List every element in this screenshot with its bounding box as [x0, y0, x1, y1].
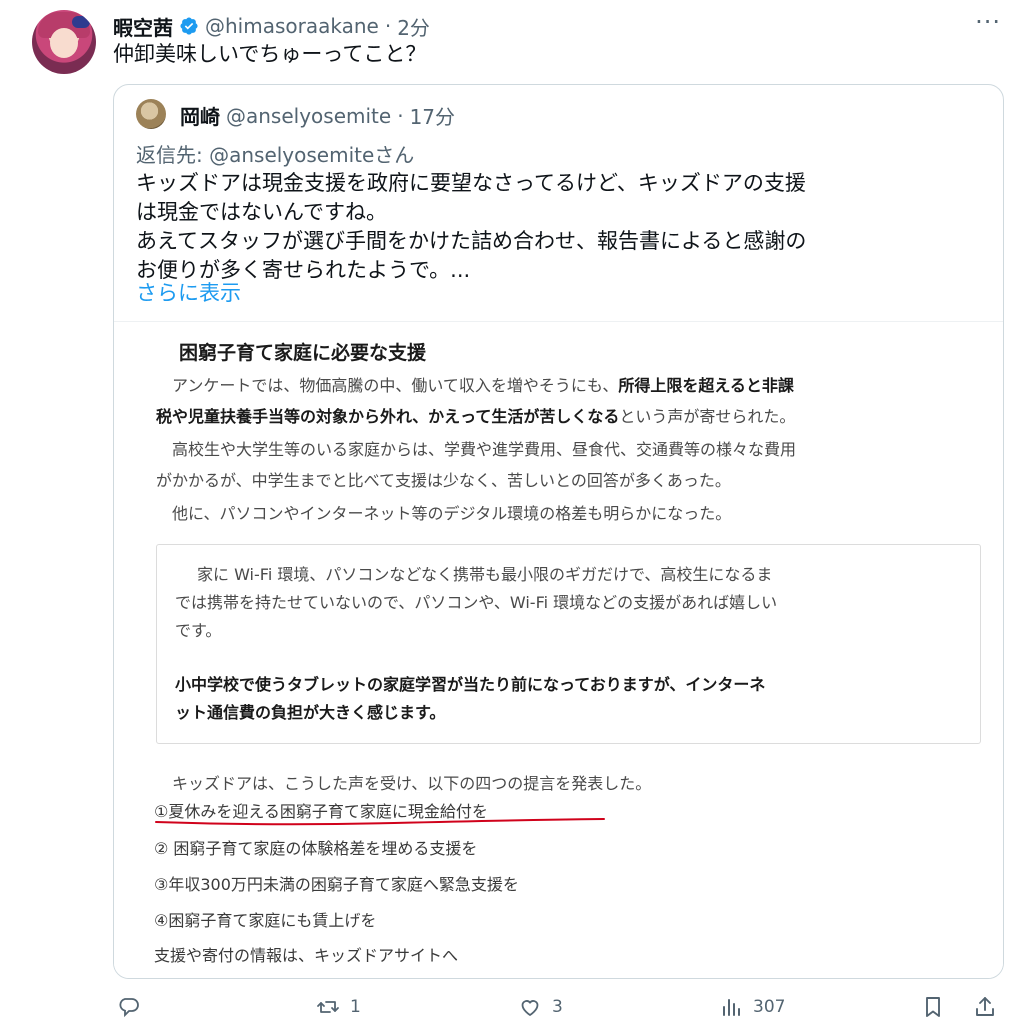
red-underline-mark	[155, 818, 605, 826]
quoted-author-avatar	[136, 99, 166, 129]
proposal-item: ④困窮子育て家庭にも賃上げを	[154, 911, 377, 930]
quote-box-text-bold: 小中学校で使うタブレットの家庭学習が当たり前になっておりますが、インターネ ット…	[175, 675, 766, 722]
reply-button[interactable]	[117, 990, 151, 1024]
proposal-item: ② 困窮子育て家庭の体験格差を埋める支援を	[154, 839, 478, 858]
verified-badge-icon	[180, 17, 198, 35]
author-name[interactable]: 暇空茜	[113, 12, 173, 41]
separator-dot: ·	[384, 14, 392, 38]
heart-icon	[521, 1000, 539, 1017]
article-quote-box: 家に Wi-Fi 環境、パソコンなどなく携帯も最小限のギガだけで、高校生になるま…	[156, 544, 981, 744]
show-more-link[interactable]: さらに表示	[136, 277, 241, 307]
article-paragraph: アンケートでは、物価高騰の中、働いて収入を増やそうにも、所得上限を超えると非課 …	[156, 376, 796, 426]
share-icon	[976, 997, 994, 1016]
views-count: 307	[753, 997, 786, 1017]
quoted-text-line: あえてスタッフが選び手間をかけた詰め合わせ、報告書によると感謝の	[136, 229, 807, 253]
quoted-text-line: は現金ではないんですね。	[136, 200, 387, 224]
quoted-text-line: キッズドアは現金支援を政府に要望なさってるけど、キッズドアの支援	[136, 171, 806, 195]
article-paragraph: 高校生や大学生等のいる家庭からは、学費や進学費用、昼食代、交通費等の様々な費用 …	[156, 440, 797, 490]
views-chart-icon	[723, 999, 740, 1016]
quoted-tweet-text: キッズドアは現金支援を政府に要望なさってるけど、キッズドアの支援 は現金ではない…	[136, 169, 986, 285]
reply-to-label: 返信先: @anselyosemiteさん	[136, 143, 415, 167]
tweet-header: 暇空茜 @himasoraakane · 2分	[113, 12, 430, 40]
quoted-tweet-header: 岡崎 @anselyosemite · 17分	[180, 101, 455, 130]
quoted-tweet-card[interactable]: 岡崎 @anselyosemite · 17分 返信先: @anselyosem…	[113, 84, 1004, 979]
retweet-count: 1	[350, 997, 361, 1017]
proposal-item: ③年収300万円未満の困窮子育て家庭へ緊急支援を	[154, 875, 519, 894]
quoted-author-name: 岡崎	[180, 105, 220, 129]
quoted-text-line: お便りが多く寄せられたようで。...	[136, 258, 471, 282]
article-footer-text: 支援や寄付の情報は、キッズドアサイトへ	[154, 946, 459, 965]
like-count: 3	[552, 997, 563, 1017]
author-handle[interactable]: @himasoraakane	[205, 14, 379, 38]
attached-image[interactable]: 困窮子育て家庭に必要な支援 アンケートでは、物価高騰の中、働いて収入を増やそうに…	[114, 321, 1003, 978]
views-button[interactable]: 307	[719, 990, 785, 1024]
tweet-timestamp[interactable]: 2分	[397, 12, 430, 41]
bookmark-icon	[926, 997, 940, 1017]
quoted-author-handle: @anselyosemite	[226, 103, 392, 128]
bookmark-button[interactable]	[921, 990, 945, 1024]
author-avatar[interactable]	[32, 10, 96, 74]
reply-icon	[119, 998, 139, 1018]
retweet-icon	[317, 1001, 339, 1013]
article-paragraph: キッズドアは、こうした声を受け、以下の四つの提言を発表した。	[172, 774, 652, 793]
separator-dot: ·	[397, 103, 404, 128]
share-button[interactable]	[973, 990, 997, 1024]
like-button[interactable]: 3	[518, 990, 563, 1024]
article-paragraph: 他に、パソコンやインターネット等のデジタル環境の格差も明らかになった。	[172, 504, 732, 523]
more-options-icon[interactable]: ···	[975, 10, 1001, 34]
quoted-tweet-timestamp: 17分	[409, 105, 456, 129]
tweet-text: 仲卸美味しいでちゅーってこと？	[113, 42, 427, 66]
retweet-button[interactable]: 1	[316, 990, 361, 1024]
article-heading: 困窮子育て家庭に必要な支援	[179, 342, 427, 364]
tweet-action-bar: 1 3 307	[113, 990, 1015, 1024]
quote-box-text: 家に Wi-Fi 環境、パソコンなどなく携帯も最小限のギガだけで、高校生になるま…	[175, 565, 778, 640]
